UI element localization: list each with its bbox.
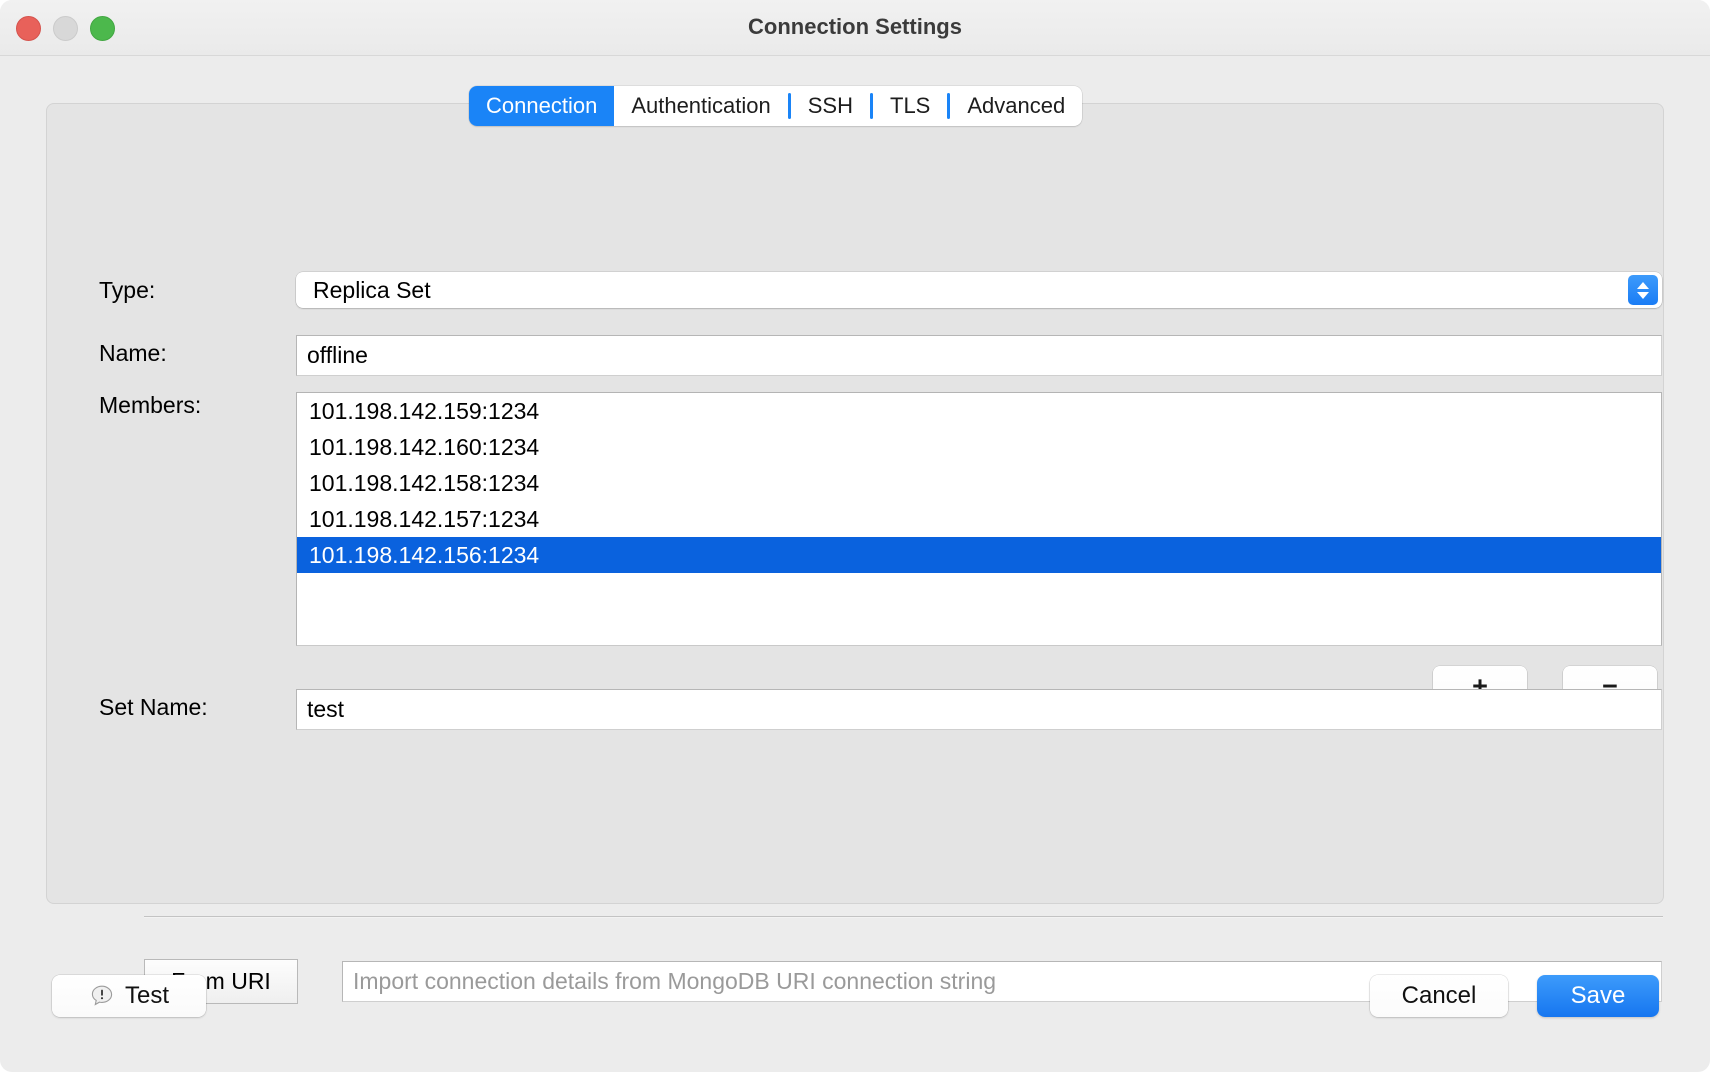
type-popup-button[interactable]: Replica Set (296, 272, 1662, 308)
list-item[interactable]: 101.198.142.158:1234 (297, 465, 1661, 501)
tab-authentication[interactable]: Authentication (614, 86, 787, 126)
name-label: Name: (99, 340, 167, 366)
alert-bubble-icon (91, 985, 113, 1006)
section-divider (144, 916, 1663, 918)
test-button-label: Test (124, 982, 169, 1009)
connection-settings-window: Connection Settings Connection Authentic… (0, 0, 1710, 1072)
members-label: Members: (99, 392, 202, 418)
set-name-label: Set Name: (99, 694, 208, 720)
type-label: Type: (99, 277, 156, 303)
window-titlebar: Connection Settings (0, 0, 1710, 56)
list-item[interactable]: 101.198.142.160:1234 (297, 429, 1661, 465)
save-button[interactable]: Save (1537, 975, 1659, 1017)
tab-advanced[interactable]: Advanced (950, 86, 1082, 126)
cancel-button[interactable]: Cancel (1370, 975, 1508, 1017)
set-name-input[interactable]: test (296, 689, 1662, 730)
list-item-selected[interactable]: 101.198.142.156:1234 (297, 537, 1661, 573)
test-connection-button[interactable]: Test (52, 975, 206, 1017)
name-input[interactable]: offline (296, 335, 1662, 376)
from-uri-placeholder: Import connection details from MongoDB U… (353, 968, 997, 994)
list-item[interactable]: 101.198.142.157:1234 (297, 501, 1661, 537)
tab-tls[interactable]: TLS (873, 86, 947, 126)
type-selected-value: Replica Set (313, 276, 431, 303)
list-item[interactable]: 101.198.142.159:1234 (297, 393, 1661, 429)
set-name-input-value: test (307, 696, 345, 722)
connection-tab-panel: Type: Replica Set Name: offline Members:… (46, 103, 1664, 1004)
tab-ssh[interactable]: SSH (791, 86, 870, 126)
name-input-value: offline (307, 342, 368, 368)
window-title: Connection Settings (748, 14, 962, 39)
settings-tabbar: Connection Authentication SSH TLS Advanc… (469, 86, 1083, 126)
chevron-up-down-icon[interactable] (1628, 275, 1658, 305)
tab-connection[interactable]: Connection (469, 86, 615, 126)
members-list[interactable]: 101.198.142.159:1234 101.198.142.160:123… (296, 392, 1662, 646)
